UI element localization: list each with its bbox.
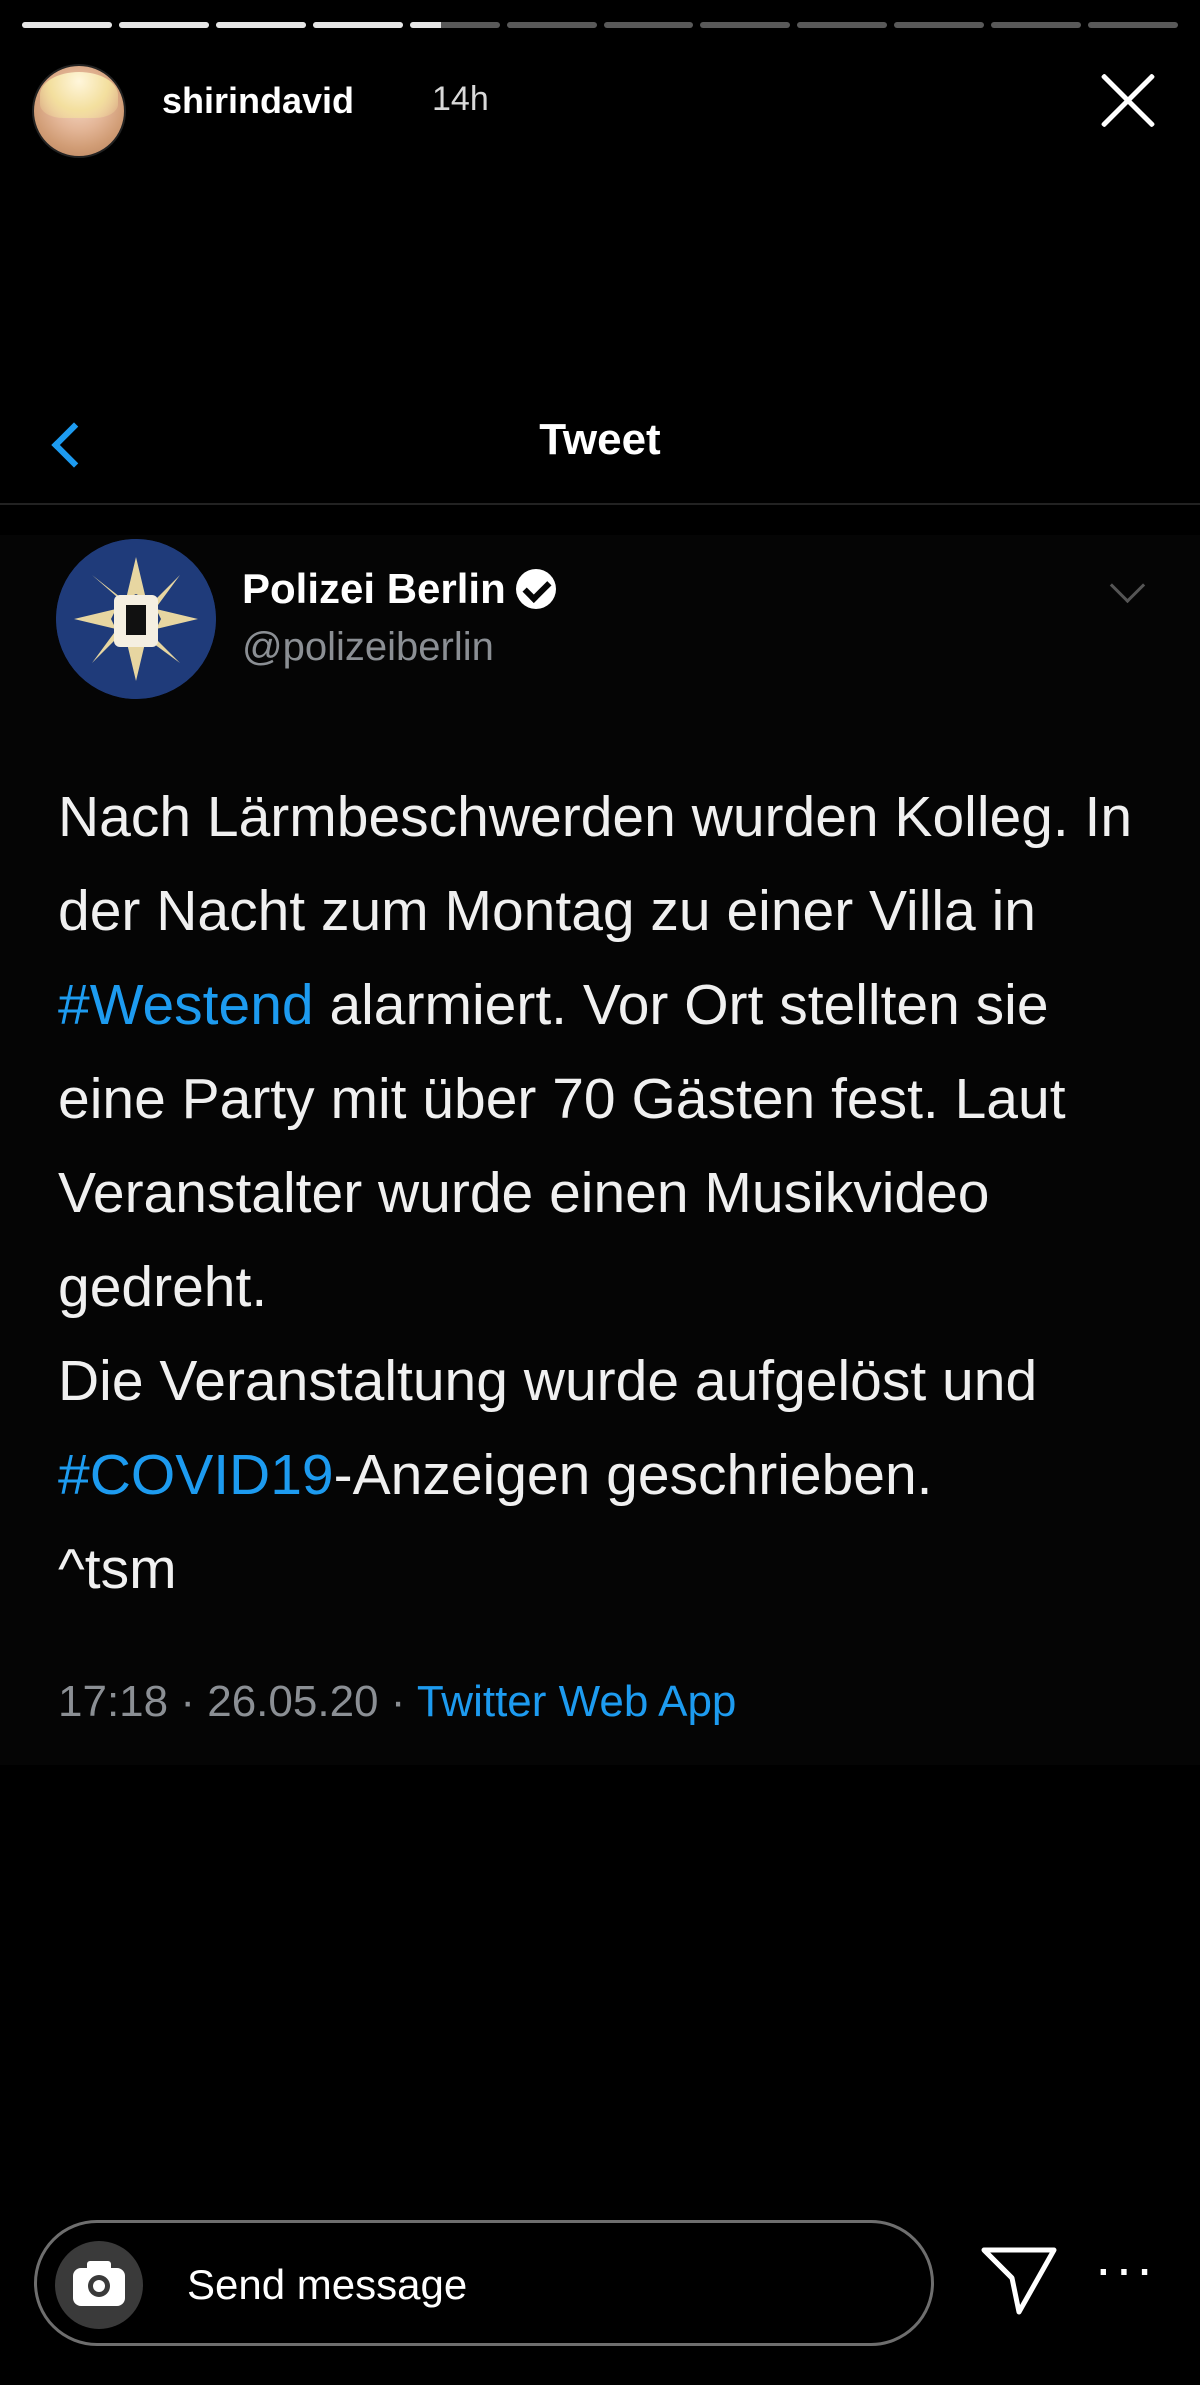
tweet-source-link[interactable]: Twitter Web App (417, 1677, 737, 1726)
camera-icon[interactable] (55, 2241, 143, 2329)
tweet-text: Nach Lärmbeschwerden wurden Kolleg. In d… (58, 770, 1158, 1616)
tweet-text-segment: ^tsm (58, 1537, 177, 1601)
progress-segment (409, 22, 500, 28)
caret-down-icon[interactable] (1109, 567, 1146, 604)
story-header: shirindavid 14h (32, 60, 1178, 158)
send-icon[interactable] (974, 2240, 1064, 2320)
tweet-text-segment: -Anzeigen geschrieben. (333, 1443, 933, 1507)
tweet-card: Polizei Berlin @polizeiberlin Nach Lärmb… (0, 535, 1200, 1765)
story-time: 14h (432, 80, 489, 118)
hashtag-link[interactable]: #COVID19 (58, 1443, 334, 1507)
tweet-text-segment: Die Veranstaltung wurde aufgelöst und (58, 1349, 1038, 1413)
progress-segment (700, 22, 791, 28)
page-title: Tweet (539, 415, 661, 464)
tweet-text-segment: Nach Lärmbeschwerden wurden Kolleg. In d… (58, 785, 1133, 943)
message-composer: Send message ··· (34, 2220, 1166, 2350)
author-name-text[interactable]: Polizei Berlin (242, 565, 506, 613)
divider (0, 503, 1200, 505)
police-logo-avatar[interactable] (56, 539, 216, 699)
send-message-input[interactable]: Send message (34, 2220, 934, 2346)
meta-separator: · (180, 1677, 195, 1726)
author-name[interactable]: Polizei Berlin (242, 565, 556, 613)
more-icon[interactable]: ··· (1094, 2240, 1174, 2308)
author-handle[interactable]: @polizeiberlin (242, 625, 494, 670)
progress-segment (1088, 22, 1179, 28)
progress-segment (894, 22, 985, 28)
progress-segment (215, 22, 306, 28)
tweet-meta: 17:18 · 26.05.20 · Twitter Web App (58, 1677, 736, 1727)
send-message-placeholder[interactable]: Send message (187, 2261, 467, 2309)
progress-segment (312, 22, 403, 28)
hashtag-link[interactable]: #Westend (58, 973, 314, 1037)
progress-segment (506, 22, 597, 28)
story-progress-bar (22, 22, 1179, 28)
meta-separator: · (390, 1677, 406, 1726)
avatar[interactable] (32, 64, 126, 158)
close-icon[interactable] (1098, 70, 1158, 130)
tweet-date: 26.05.20 (207, 1677, 379, 1726)
progress-segment (118, 22, 209, 28)
progress-segment (991, 22, 1082, 28)
story-username[interactable]: shirindavid (162, 80, 354, 122)
progress-segment (22, 22, 112, 28)
progress-segment (797, 22, 888, 28)
tweet-nav-bar: Tweet (0, 395, 1200, 505)
verified-badge-icon (515, 569, 556, 609)
tweet-time: 17:18 (58, 1677, 169, 1726)
progress-segment (603, 22, 694, 28)
